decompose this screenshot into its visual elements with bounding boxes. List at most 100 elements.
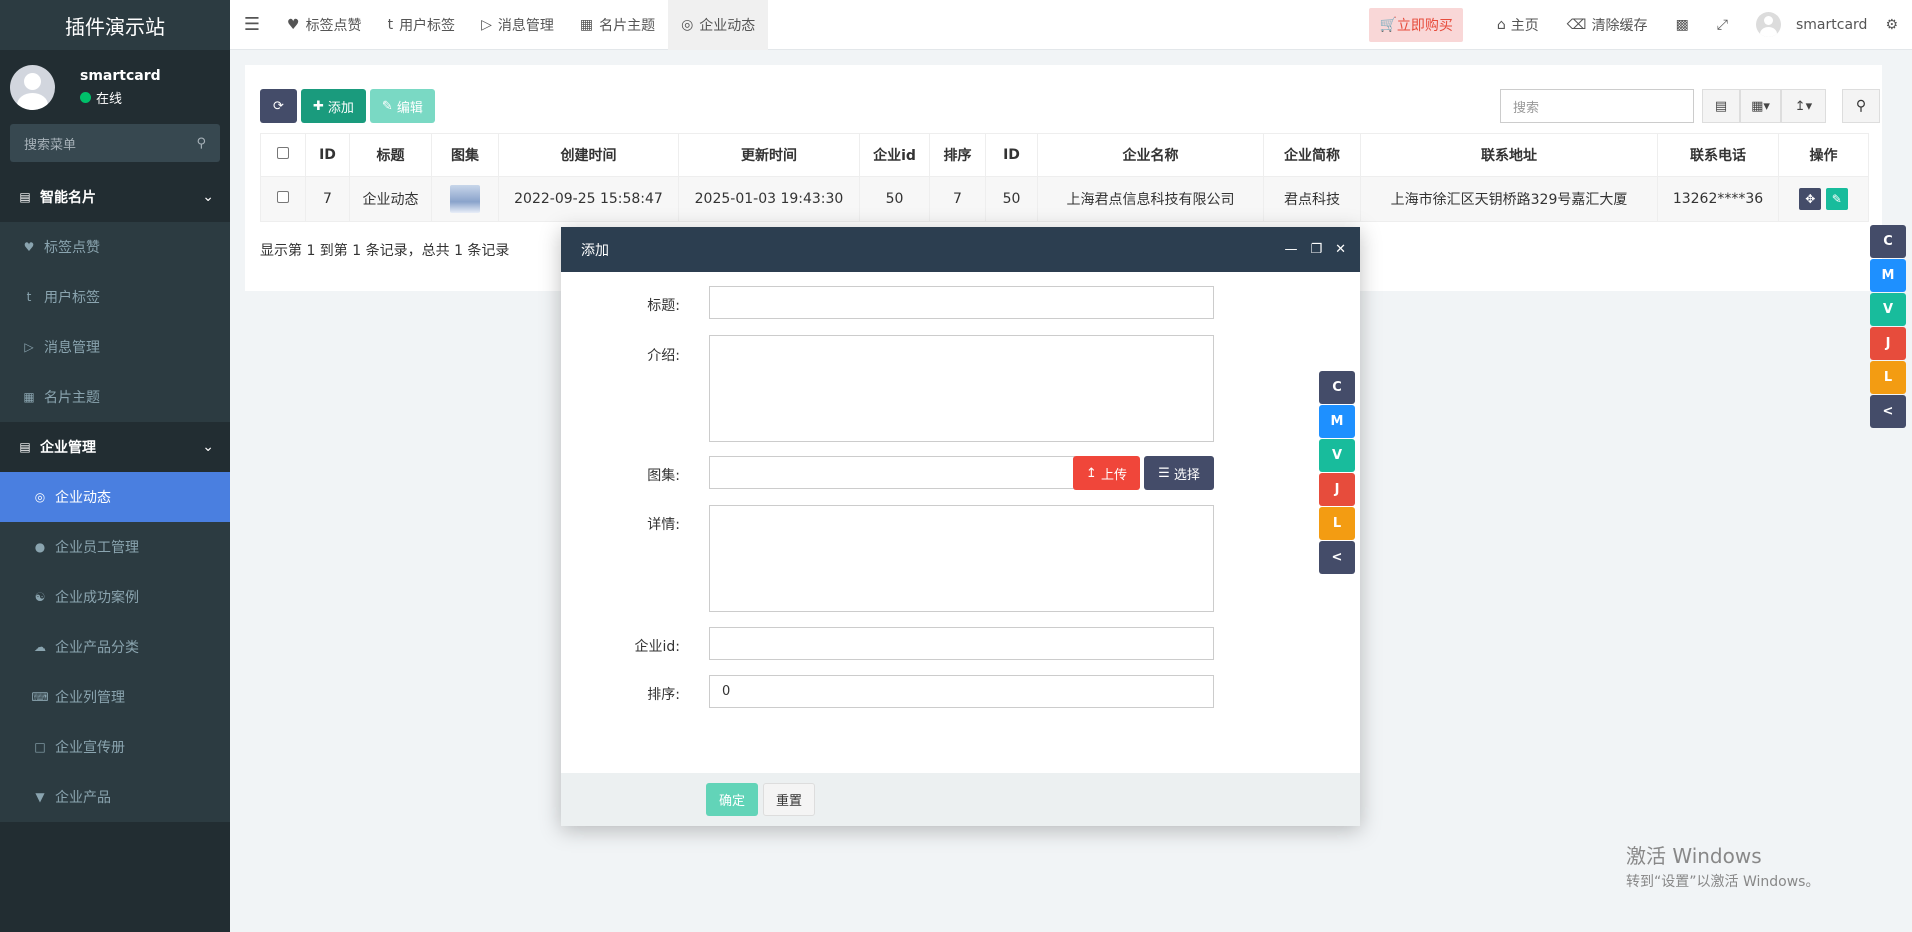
home-link[interactable]: ⌂ 主页 xyxy=(1483,0,1553,50)
sidebar-item-employees[interactable]: ● 企业员工管理 xyxy=(0,522,230,572)
select-all-checkbox[interactable] xyxy=(260,133,306,177)
minimize-icon[interactable]: — xyxy=(1284,242,1297,257)
badge-collapse[interactable]: < xyxy=(1870,395,1906,428)
badge-v[interactable]: V xyxy=(1870,293,1906,326)
clear-cache-button[interactable]: ⌫ 清除缓存 xyxy=(1553,0,1662,50)
reset-button[interactable]: 重置 xyxy=(763,783,815,816)
badge-m[interactable]: M xyxy=(1319,405,1355,438)
refresh-button[interactable]: ⟳ xyxy=(260,89,297,123)
badge-l[interactable]: L xyxy=(1870,361,1906,394)
col-header[interactable]: 更新时间 xyxy=(678,133,860,177)
company-id-input[interactable] xyxy=(709,627,1214,660)
sidebar-item-column-manage[interactable]: ⌨ 企业列管理 xyxy=(0,672,230,722)
col-header[interactable]: 图集 xyxy=(431,133,499,177)
tab-company-news[interactable]: ◎ 企业动态 xyxy=(668,0,769,50)
settings-icon[interactable]: ⚙ xyxy=(1871,0,1912,50)
upload-icon: ↥ xyxy=(1086,465,1097,481)
col-header[interactable]: 企业简称 xyxy=(1263,133,1361,177)
badge-v[interactable]: V xyxy=(1319,439,1355,472)
sidebar-search-placeholder: 搜索菜单 xyxy=(24,137,77,153)
col-header[interactable]: ID xyxy=(305,133,350,177)
upload-button[interactable]: ↥ 上传 xyxy=(1073,456,1140,490)
col-header[interactable]: 企业名称 xyxy=(1037,133,1264,177)
sidebar-item-cases[interactable]: ☯ 企业成功案例 xyxy=(0,572,230,622)
table-search-input[interactable]: 搜索 xyxy=(1500,89,1694,123)
user-menu[interactable]: smartcard xyxy=(1742,0,1871,50)
col-header[interactable]: 排序 xyxy=(929,133,986,177)
search-icon[interactable]: ⚲ xyxy=(196,136,206,151)
badge-j[interactable]: J xyxy=(1319,473,1355,506)
detail-textarea[interactable] xyxy=(709,505,1214,612)
sidebar-item-brochure[interactable]: □ 企业宣传册 xyxy=(0,722,230,772)
tumblr-icon: t xyxy=(26,290,32,304)
toggle-view-icon[interactable]: ▤ xyxy=(1702,89,1740,123)
keyboard-icon: ⌨ xyxy=(31,690,49,704)
edit-button[interactable]: ✎ 编辑 xyxy=(369,89,435,123)
sidebar-item-label: 企业产品 xyxy=(55,790,111,806)
sidebar-item-label: 企业产品分类 xyxy=(55,640,139,656)
close-icon[interactable]: ✕ xyxy=(1335,242,1346,257)
col-header[interactable]: ID xyxy=(985,133,1038,177)
table-search-placeholder: 搜索 xyxy=(1513,100,1540,116)
add-label: 添加 xyxy=(327,100,354,116)
badge-j[interactable]: J xyxy=(1870,327,1906,360)
intro-label: 介绍: xyxy=(647,348,680,364)
sidebar-item-messages[interactable]: ▷ 消息管理 xyxy=(0,322,230,372)
menu-group-smartcard[interactable]: ▤ 智能名片 ⌄ xyxy=(0,172,230,222)
upload-label: 上传 xyxy=(1100,467,1127,483)
columns-icon[interactable]: ▦▾ xyxy=(1740,89,1781,123)
windows-activation-watermark: 激活 Windows 转到“设置”以激活 Windows。 xyxy=(1626,840,1819,891)
gallery-thumbnail[interactable] xyxy=(450,185,480,213)
tab-card-theme[interactable]: ▦ 名片主题 xyxy=(567,0,668,50)
edit-row-icon[interactable]: ✎ xyxy=(1825,188,1848,210)
menu-toggle-icon[interactable]: ☰ xyxy=(230,0,274,50)
col-header[interactable]: 标题 xyxy=(349,133,432,177)
dialog-header: 添加 — ❐ ✕ xyxy=(561,227,1360,272)
chevron-down-icon: ⌄ xyxy=(202,189,214,205)
language-icon[interactable]: ▩ xyxy=(1662,0,1703,50)
maximize-icon[interactable]: ❐ xyxy=(1310,242,1322,257)
sidebar-search-input[interactable]: 搜索菜单 ⚲ xyxy=(10,124,220,162)
confirm-button[interactable]: 确定 xyxy=(706,783,758,816)
choose-button[interactable]: ☰ 选择 xyxy=(1144,456,1214,490)
gallery-input[interactable] xyxy=(709,456,1075,489)
users-icon: ● xyxy=(34,540,46,554)
tab-user-tag[interactable]: t 用户标签 xyxy=(375,0,469,50)
col-header[interactable]: 联系电话 xyxy=(1657,133,1779,177)
badge-collapse[interactable]: < xyxy=(1319,541,1355,574)
badge-c[interactable]: C xyxy=(1319,371,1355,404)
intro-textarea[interactable] xyxy=(709,335,1214,442)
col-header[interactable]: 联系地址 xyxy=(1360,133,1658,177)
sidebar-item-label: 企业成功案例 xyxy=(55,590,139,606)
col-header[interactable]: 创建时间 xyxy=(498,133,679,177)
col-header[interactable]: 企业id xyxy=(859,133,930,177)
plus-icon: ✚ xyxy=(313,98,324,114)
app-title[interactable]: 插件演示站 xyxy=(0,0,230,50)
title-input[interactable] xyxy=(709,286,1214,319)
sidebar-item-user-tag[interactable]: t 用户标签 xyxy=(0,272,230,322)
sidebar-item-company-news[interactable]: ◎ 企业动态 xyxy=(0,472,230,522)
menu-group-company[interactable]: ▤ 企业管理 ⌄ xyxy=(0,422,230,472)
col-header: 操作 xyxy=(1778,133,1869,177)
export-icon[interactable]: ↥▾ xyxy=(1781,89,1826,123)
dialog-title: 添加 xyxy=(581,242,609,259)
badge-m[interactable]: M xyxy=(1870,259,1906,292)
table-row[interactable]: 7 企业动态 2022-09-25 15:58:47 2025-01-03 19… xyxy=(260,176,1869,222)
sidebar-item-tag-like[interactable]: ♥ 标签点赞 xyxy=(0,222,230,272)
badge-l[interactable]: L xyxy=(1319,507,1355,540)
sidebar-item-products[interactable]: ▼ 企业产品 xyxy=(0,772,230,822)
sort-input[interactable]: 0 xyxy=(709,675,1214,708)
buy-now-button[interactable]: 🛒 立即购买 xyxy=(1369,7,1463,42)
add-button[interactable]: ✚ 添加 xyxy=(301,89,366,123)
top-navbar: ☰ ♥ 标签点赞 t 用户标签 ▷ 消息管理 ▦ 名片主题 ◎ 企业动态 🛒 立即购买 ⌂ 主… xyxy=(230,0,1912,50)
drag-move-icon[interactable]: ✥ xyxy=(1799,188,1822,210)
tab-tag-like[interactable]: ♥ 标签点赞 xyxy=(274,0,375,50)
badge-c[interactable]: C xyxy=(1870,225,1906,258)
advanced-search-icon[interactable]: ⚲ xyxy=(1842,89,1880,123)
sidebar-item-product-category[interactable]: ☁ 企业产品分类 xyxy=(0,622,230,672)
fullscreen-icon[interactable]: ⤢ xyxy=(1703,0,1742,50)
sidebar-item-card-theme[interactable]: ▦ 名片主题 xyxy=(0,372,230,422)
cell-company-short: 君点科技 xyxy=(1263,176,1361,222)
tab-messages[interactable]: ▷ 消息管理 xyxy=(468,0,567,50)
row-checkbox[interactable] xyxy=(260,176,306,222)
